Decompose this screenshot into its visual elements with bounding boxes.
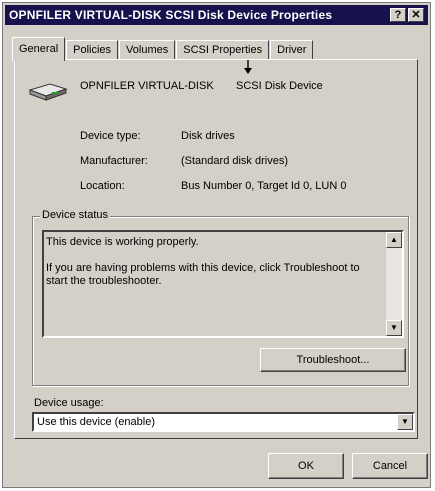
- status-line-1: This device is working properly.: [46, 236, 199, 248]
- device-type-value: Disk drives: [181, 130, 235, 142]
- tab-policies[interactable]: Policies: [66, 40, 119, 60]
- title-bar[interactable]: OPNFILER VIRTUAL-DISK SCSI Disk Device P…: [5, 5, 428, 25]
- device-description: SCSI Disk Device: [236, 80, 323, 92]
- status-scrollbar[interactable]: ▲ ▼: [386, 232, 402, 336]
- device-status-text: This device is working properly. If you …: [46, 236, 378, 301]
- device-status-legend: Device status: [40, 209, 111, 221]
- manufacturer-label: Manufacturer:: [80, 155, 148, 167]
- device-usage-value: Use this device (enable): [37, 416, 156, 428]
- scroll-down-icon[interactable]: ▼: [386, 320, 402, 336]
- cancel-button[interactable]: Cancel: [352, 453, 428, 479]
- troubleshoot-button[interactable]: Troubleshoot...: [260, 348, 406, 372]
- device-type-label: Device type:: [80, 130, 141, 142]
- mouse-cursor-icon: [244, 60, 252, 74]
- disk-drive-icon: [28, 83, 68, 101]
- chevron-down-icon[interactable]: ▼: [397, 414, 413, 430]
- device-usage-label: Device usage:: [34, 397, 104, 409]
- status-line-2: If you are having problems with this dev…: [46, 262, 360, 287]
- close-button[interactable]: ✕: [408, 8, 424, 22]
- device-usage-select[interactable]: Use this device (enable) ▼: [32, 412, 415, 432]
- device-status-textbox[interactable]: This device is working properly. If you …: [42, 230, 404, 338]
- manufacturer-value: (Standard disk drives): [181, 155, 288, 167]
- tab-general[interactable]: General: [12, 37, 66, 61]
- window-title: OPNFILER VIRTUAL-DISK SCSI Disk Device P…: [9, 8, 333, 22]
- tab-volumes[interactable]: Volumes: [119, 40, 176, 60]
- scroll-up-icon[interactable]: ▲: [386, 232, 402, 248]
- ok-button[interactable]: OK: [268, 453, 344, 479]
- device-name: OPNFILER VIRTUAL-DISK: [80, 80, 214, 92]
- tab-strip: General Policies Volumes SCSI Properties…: [12, 36, 314, 61]
- location-value: Bus Number 0, Target Id 0, LUN 0: [181, 180, 347, 192]
- help-button[interactable]: ?: [390, 8, 406, 22]
- tab-driver[interactable]: Driver: [270, 40, 314, 60]
- location-label: Location:: [80, 180, 125, 192]
- tab-scsi-properties[interactable]: SCSI Properties: [176, 40, 270, 60]
